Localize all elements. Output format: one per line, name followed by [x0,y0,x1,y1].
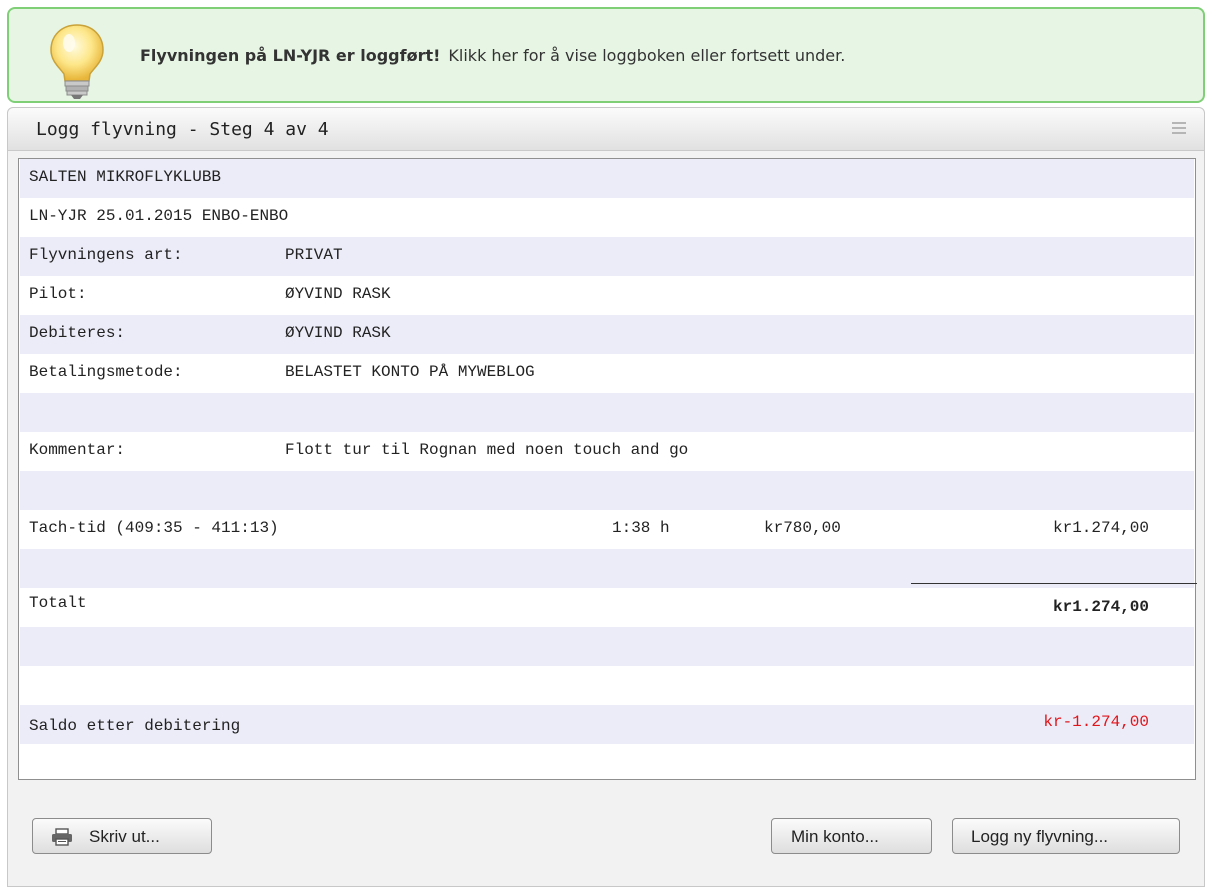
field-value: BELASTET KONTO PÅ MYWEBLOG [285,363,535,381]
print-button-label: Skriv ut... [89,827,160,846]
receipt-row-spacer [20,627,1194,666]
my-account-button-label: Min konto... [791,827,879,846]
receipt-row-club: SALTEN MIKROFLYKLUBB [20,159,1194,198]
flight-summary: LN-YJR 25.01.2015 ENBO-ENBO [29,207,289,225]
banner-message[interactable]: Flyvningen på LN-YJR er loggført! Klikk h… [140,46,845,65]
receipt-row-spacer [20,666,1194,705]
comment-label: Kommentar: [29,441,126,459]
line-item-rate: kr780,00 [764,519,841,537]
total-label: Totalt [29,594,87,612]
log-flight-panel: Logg flyvning - Steg 4 av 4 SALTEN MIKRO… [7,107,1205,887]
lightbulb-icon [50,24,104,99]
receipt-row-line-item: Tach-tid (409:35 - 411:13) 1:38 h kr780,… [20,510,1194,549]
panel-title: Logg flyvning - Steg 4 av 4 [36,119,329,140]
comment-value: Flott tur til Rognan med noen touch and … [285,441,689,459]
field-label: Betalingsmetode: [29,363,183,381]
balance-amount: kr-1.274,00 [1043,713,1149,731]
line-item-description: Tach-tid (409:35 - 411:13) [29,519,279,537]
print-button[interactable]: Skriv ut... [32,818,212,854]
receipt-row-spacer [20,393,1194,432]
line-item-duration: 1:38 h [612,519,670,537]
receipt: SALTEN MIKROFLYKLUBB LN-YJR 25.01.2015 E… [18,158,1197,780]
field-value: PRIVAT [285,246,343,264]
field-label: Pilot: [29,285,87,303]
receipt-row-flight-type: Flyvningens art: PRIVAT [20,237,1194,276]
receipt-row-payment-method: Betalingsmetode: BELASTET KONTO PÅ MYWEB… [20,354,1194,393]
receipt-row-total: Totalt kr1.274,00 [20,588,1194,627]
receipt-row-comment: Kommentar: Flott tur til Rognan med noen… [20,432,1194,471]
total-divider [911,583,1197,584]
success-banner[interactable]: Flyvningen på LN-YJR er loggført! Klikk h… [7,7,1205,103]
field-label: Debiteres: [29,324,126,342]
log-new-flight-button[interactable]: Logg ny flyvning... [952,818,1180,854]
receipt-row-debited: Debiteres: ØYVIND RASK [20,315,1194,354]
field-value: ØYVIND RASK [285,324,391,342]
banner-bold-text: Flyvningen på LN-YJR er loggført! [140,46,441,65]
my-account-button[interactable]: Min konto... [771,818,932,854]
banner-text: Klikk her for å vise loggboken eller for… [448,46,846,65]
receipt-row-flight: LN-YJR 25.01.2015 ENBO-ENBO [20,198,1194,237]
club-name: SALTEN MIKROFLYKLUBB [29,168,222,186]
field-label: Flyvningens art: [29,246,183,264]
log-new-flight-button-label: Logg ny flyvning... [971,827,1109,846]
receipt-row-spacer [20,471,1194,510]
receipt-row-pilot: Pilot: ØYVIND RASK [20,276,1194,315]
total-amount: kr1.274,00 [1052,598,1149,616]
printer-icon [52,828,72,846]
field-value: ØYVIND RASK [285,285,391,303]
panel-menu-icon[interactable] [1172,122,1186,136]
line-item-amount: kr1.274,00 [1052,519,1149,537]
panel-header: Logg flyvning - Steg 4 av 4 [8,108,1204,151]
receipt-row-balance: Saldo etter debitering kr-1.274,00 [20,705,1194,744]
balance-label: Saldo etter debitering [29,717,241,735]
